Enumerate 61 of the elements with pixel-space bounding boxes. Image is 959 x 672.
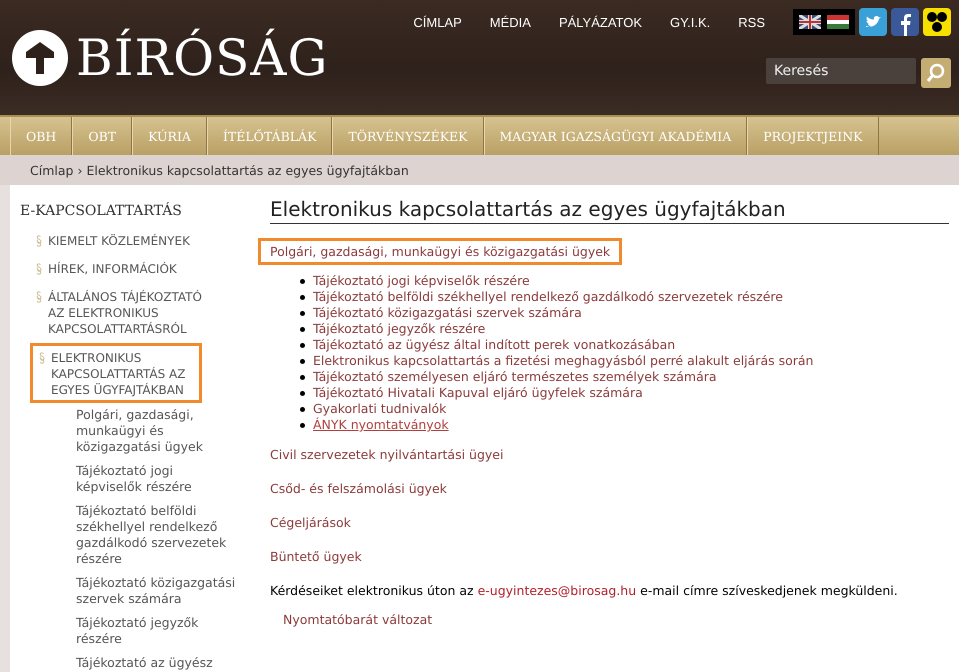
list-link[interactable]: Tájékoztató jegyzők részére (313, 321, 486, 337)
section-link[interactable]: Cégeljárások (270, 515, 351, 530)
top-nav-link[interactable]: GY.I.K. (670, 14, 710, 30)
list-link[interactable]: Gyakorlati tudnivalók (313, 401, 446, 417)
section-mark-icon (36, 235, 42, 247)
sidebar-item[interactable]: ÁLTALÁNOS TÁJÉKOZTATÓ AZ ELEKTRONIKUS KAPCSOLATTARTÁSRÓL (36, 283, 208, 343)
print-link[interactable]: Nyomtatóbarát változat (283, 612, 432, 627)
logo-icon (10, 28, 70, 88)
section-link[interactable]: Polgári, gazdasági, munkaügyi és közigazgatási ügyek (258, 238, 622, 265)
list-link[interactable]: Elektronikus kapcsolattartás a fizetési meghagyásból perré alakult eljárás során (313, 353, 814, 369)
uk-flag-icon[interactable] (799, 15, 821, 29)
list-link[interactable]: Tájékoztató Hivatali Kapuval eljáró ügyfelek számára (313, 385, 643, 401)
search-field[interactable]: Keresés (766, 58, 916, 84)
page-title: Elektronikus kapcsolattartás az egyes ügyfajtákban (270, 197, 949, 224)
bullet-icon (300, 326, 305, 332)
sidebar-title: E-KAPCSOLATTARTÁS (20, 203, 183, 219)
sidebar-subitem[interactable]: Tájékoztató jogi képviselők részére (76, 459, 236, 499)
email-link[interactable]: e-ugyintezes@birosag.hu (478, 583, 636, 598)
sidebar-subitem[interactable]: Tájékoztató közigazgatási szervek számára (76, 571, 236, 611)
bullet-icon (300, 358, 305, 364)
search-icon (926, 63, 946, 83)
sidebar-subitem[interactable]: Polgári, gazdasági, munkaügyi és közigazgatási ügyek (76, 403, 236, 459)
top-nav-link[interactable]: MÉDIA (490, 14, 531, 30)
accessibility-dots-icon[interactable] (923, 8, 951, 36)
list-link[interactable]: Tájékoztató az ügyész által indított perek vonatkozásában (313, 337, 676, 353)
sidebar-subitem[interactable]: Tájékoztató jegyzők részére (76, 611, 236, 651)
bullet-icon (300, 310, 305, 316)
list-link[interactable]: Tájékoztató belföldi székhellyel rendelkező gazdálkodó szervezetek részére (313, 289, 783, 305)
bird-icon[interactable] (859, 8, 887, 36)
bullet-icon (300, 390, 305, 396)
bullet-icon (300, 294, 305, 300)
section-link[interactable]: Csőd- és felszámolási ügyek (270, 481, 447, 496)
top-nav-link[interactable]: CÍMLAP (413, 14, 462, 30)
sidebar-subitem[interactable]: Tájékoztató belföldi székhellyel rendelkező gazdálkodó szervezetek részére (76, 499, 236, 571)
sidebar-item[interactable]: KIEMELT KÖZLEMÉNYEK (36, 227, 208, 255)
breadcrumb-separator: › (77, 162, 82, 178)
list-link[interactable]: ÁNYK nyomtatványok (313, 417, 449, 433)
section-mark-icon (39, 352, 45, 364)
sidebar-subitem[interactable]: Tájékoztató az ügyész (76, 651, 236, 672)
breadcrumb-current: Elektronikus kapcsolattartás az egyes ügyfajtákban (86, 162, 409, 178)
letter-f-icon[interactable] (891, 8, 919, 36)
sidebar-item[interactable]: HÍREK, INFORMÁCIÓK (36, 255, 208, 283)
bullet-icon (300, 422, 305, 428)
list-link[interactable]: Tájékoztató közigazgatási szervek számára (313, 305, 582, 321)
section-link[interactable]: Büntető ügyek (270, 549, 362, 564)
logo-text: BÍRÓSÁG (76, 28, 328, 86)
hungarian-flag-icon[interactable] (827, 15, 849, 29)
section-link[interactable]: Civil szervezetek nyilvántartási ügyei (270, 447, 504, 462)
bullet-icon (300, 342, 305, 348)
contact-text: Kérdéseiket elektronikus úton az e-ugyintezes@birosag.hu e-mail címre szíveskedjenek megküldeni. (270, 583, 899, 598)
top-nav-link[interactable]: PÁLYÁZATOK (558, 14, 642, 30)
bullet-icon (300, 374, 305, 380)
list-link[interactable]: Tájékoztató személyesen eljáró természetes személyek számára (313, 369, 717, 385)
section-mark-icon (36, 291, 42, 303)
top-nav-link[interactable]: RSS (738, 14, 765, 30)
bullet-icon (300, 278, 305, 284)
bullet-icon (300, 406, 305, 412)
section-mark-icon (36, 263, 42, 275)
list-link[interactable]: Tájékoztató jogi képviselők részére (313, 273, 530, 289)
sidebar-item[interactable]: ELEKTRONIKUS KAPCSOLATTARTÁS AZ EGYES ÜGYFAJTÁKBAN (30, 343, 202, 403)
breadcrumb-link[interactable]: Címlap (30, 162, 74, 178)
